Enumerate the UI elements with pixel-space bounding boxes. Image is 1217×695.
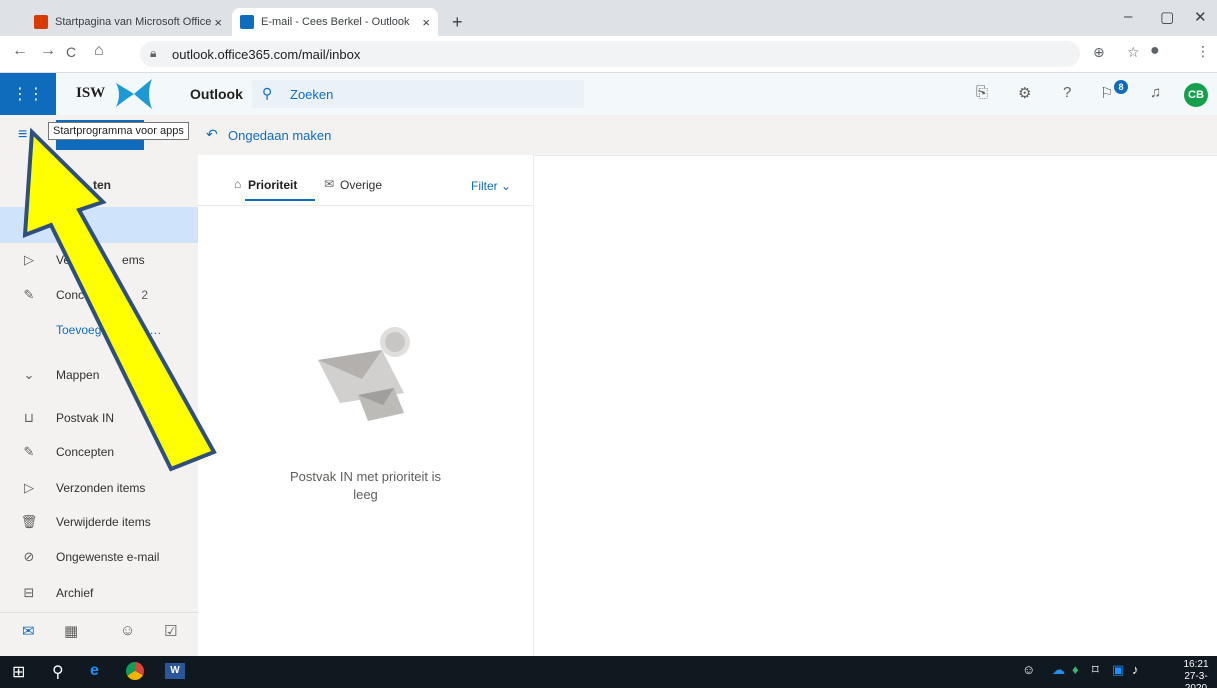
word-icon[interactable]: W [165,663,185,679]
logo-icon [116,79,152,109]
search-icon[interactable]: ⚲ [52,662,64,682]
tasks-icon[interactable]: ☑ [164,622,177,640]
sidebar-item-junk[interactable]: ⊘ Ongewenste e-mail [0,539,198,575]
undo-button[interactable]: Ongedaan maken [228,128,331,143]
megaphone-icon[interactable]: ⚐ [1100,84,1113,102]
calendar-icon[interactable]: ▦ [64,622,78,640]
search-icon: ⚲ [262,85,273,101]
edge-icon[interactable]: e [90,662,99,680]
sidebar-item-label: Verwijderde items [56,515,151,529]
menu-dots-icon[interactable]: ⋮ [1196,43,1210,60]
bookmark-star-icon[interactable]: ☆ [1127,44,1140,61]
browser-tab-outlook[interactable]: E-mail - Cees Berkel - Outlook × [232,8,438,36]
clock-time: 16:21 [1183,659,1209,670]
restore-button[interactable]: ▢ [1160,8,1174,26]
sidebar-item-label: Archief [56,586,94,600]
people-icon[interactable]: ☺ [1022,662,1035,677]
close-tab-icon[interactable]: × [422,15,430,30]
other-icon: ✉ [324,177,335,191]
browser-tab-title: E-mail - Cees Berkel - Outlook [261,16,410,28]
forward-button[interactable]: → [40,42,56,60]
add-icon[interactable]: ⊕ [1093,44,1105,61]
filter-label: Filter [471,179,498,193]
clock-date: 27-3-2020 [1184,671,1208,694]
filter-button[interactable]: Filter ⌄ [471,179,511,193]
logo-text: ISW [76,85,106,101]
sidebar-item-label: Ongewenste e-mail [56,550,160,564]
people-icon[interactable]: ☺ [120,622,135,639]
browser-tab-title: Startpagina van Microsoft Office [55,16,212,28]
help-icon[interactable]: ? [1063,84,1071,101]
home-button[interactable]: ⌂ [94,42,104,60]
search-placeholder: Zoeken [290,87,334,102]
empty-envelope-illustration [318,327,410,421]
my-day-icon[interactable]: ⎘ [976,84,988,101]
chevron-down-icon: ⌄ [501,179,512,193]
outlook-header [0,73,1217,115]
empty-state-line: Postvak IN met prioriteit is [290,469,441,484]
notification-badge: 8 [1114,80,1128,94]
volume-icon[interactable]: ♪ [1132,662,1139,677]
sidebar-item-label: Verzonden items [56,481,146,495]
avatar[interactable]: CB [1184,83,1208,107]
outlook-icon [240,15,254,29]
security-icon[interactable]: ♦ [1072,662,1079,677]
url-text: outlook.office365.com/mail/inbox [172,47,361,62]
app-name[interactable]: Outlook [190,86,243,102]
chrome-icon[interactable] [126,662,144,680]
windows-start-icon[interactable]: ⊞ [12,662,25,682]
app-launcher-icon[interactable]: ⋮⋮ [0,73,56,115]
system-clock[interactable]: 16:21 27-3-2020 [1175,659,1217,695]
empty-state-line: leeg [353,487,378,502]
back-button[interactable]: ← [12,42,28,60]
close-tab-icon[interactable]: × [214,15,222,30]
yellow-arrow-annotation [22,127,217,472]
reload-button[interactable]: C [66,44,76,60]
archive-icon: ⊟ [23,585,35,600]
trash-icon: 🗑︎ [20,514,38,529]
new-tab-button[interactable]: + [452,12,463,33]
sidebar-item-deleted[interactable]: 🗑︎ Verwijderde items [0,504,198,540]
tab-priority[interactable]: Prioriteit [248,178,297,192]
sidebar-item-archive[interactable]: ⊟ Archief [0,575,198,611]
tab-other[interactable]: Overige [340,178,382,192]
usb-icon[interactable]: ⌑ [1092,662,1099,678]
tab-selected-indicator [245,199,315,201]
network-icon[interactable]: ▣ [1112,662,1124,678]
send-icon: ▷ [24,480,34,495]
bell-icon[interactable]: ♫ [1150,84,1161,101]
close-window-button[interactable]: ✕ [1194,8,1207,26]
onedrive-icon[interactable]: ☁ [1052,662,1065,678]
profile-icon[interactable]: ● [1150,42,1160,60]
empty-state-text: Postvak IN met prioriteit is leeg [248,468,483,504]
gear-icon[interactable]: ⚙ [1018,84,1031,102]
browser-tab-office[interactable]: Startpagina van Microsoft Office × [26,8,230,36]
minimize-button[interactable]: – [1124,8,1132,25]
mail-icon[interactable]: ✉ [22,622,35,640]
block-icon: ⊘ [23,549,35,564]
lock-icon: 🔒︎ [150,46,157,60]
office-icon [34,15,48,29]
